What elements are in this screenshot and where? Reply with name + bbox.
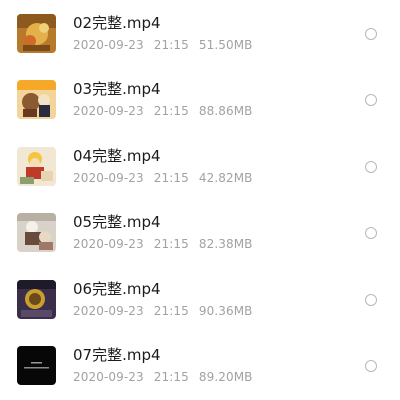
video-thumbnail-icon: [17, 14, 56, 53]
select-radio[interactable]: [365, 360, 377, 372]
select-radio[interactable]: [365, 28, 377, 40]
video-thumbnail-icon: [17, 280, 56, 319]
file-time: 21:15: [153, 304, 189, 318]
file-time: 21:15: [153, 370, 189, 384]
file-name: 07完整.mp4: [73, 346, 161, 364]
file-meta: 2020-09-23 21:15 88.86MB: [73, 104, 252, 119]
file-size: 42.82MB: [198, 171, 253, 185]
file-meta: 2020-09-23 21:15 51.50MB: [73, 38, 252, 53]
file-date: 2020-09-23: [73, 370, 144, 384]
file-row[interactable]: 05完整.mp4 2020-09-23 21:15 82.38MB: [0, 199, 400, 265]
video-thumbnail-icon: [17, 346, 56, 385]
file-name: 04完整.mp4: [73, 147, 161, 165]
file-row[interactable]: 06完整.mp4 2020-09-23 21:15 90.36MB: [0, 266, 400, 332]
file-name: 06完整.mp4: [73, 280, 161, 298]
file-row[interactable]: 07完整.mp4 2020-09-23 21:15 89.20MB: [0, 332, 400, 398]
file-size: 51.50MB: [198, 38, 253, 52]
select-radio[interactable]: [365, 94, 377, 106]
file-size: 89.20MB: [198, 370, 253, 384]
file-row[interactable]: 03完整.mp4 2020-09-23 21:15 88.86MB: [0, 66, 400, 132]
file-name: 05完整.mp4: [73, 213, 161, 231]
video-thumbnail-icon: [17, 213, 56, 252]
file-date: 2020-09-23: [73, 304, 144, 318]
file-date: 2020-09-23: [73, 38, 144, 52]
file-size: 82.38MB: [198, 237, 253, 251]
file-name: 02完整.mp4: [73, 14, 161, 32]
file-row[interactable]: 02完整.mp4 2020-09-23 21:15 51.50MB: [0, 0, 400, 66]
file-meta: 2020-09-23 21:15 89.20MB: [73, 370, 252, 385]
select-radio[interactable]: [365, 227, 377, 239]
file-row[interactable]: 04完整.mp4 2020-09-23 21:15 42.82MB: [0, 133, 400, 199]
select-radio[interactable]: [365, 161, 377, 173]
file-meta: 2020-09-23 21:15 82.38MB: [73, 237, 252, 252]
file-time: 21:15: [153, 171, 189, 185]
file-date: 2020-09-23: [73, 171, 144, 185]
video-thumbnail-icon: [17, 147, 56, 186]
file-time: 21:15: [153, 104, 189, 118]
select-radio[interactable]: [365, 294, 377, 306]
file-size: 90.36MB: [198, 304, 253, 318]
file-date: 2020-09-23: [73, 104, 144, 118]
file-meta: 2020-09-23 21:15 42.82MB: [73, 171, 252, 186]
file-time: 21:15: [153, 237, 189, 251]
video-thumbnail-icon: [17, 80, 56, 119]
file-date: 2020-09-23: [73, 237, 144, 251]
file-meta: 2020-09-23 21:15 90.36MB: [73, 304, 252, 319]
file-list: 02完整.mp4 2020-09-23 21:15 51.50MB 03完整.mp4…: [0, 0, 400, 400]
file-name: 03完整.mp4: [73, 80, 161, 98]
file-time: 21:15: [153, 38, 189, 52]
file-size: 88.86MB: [198, 104, 253, 118]
